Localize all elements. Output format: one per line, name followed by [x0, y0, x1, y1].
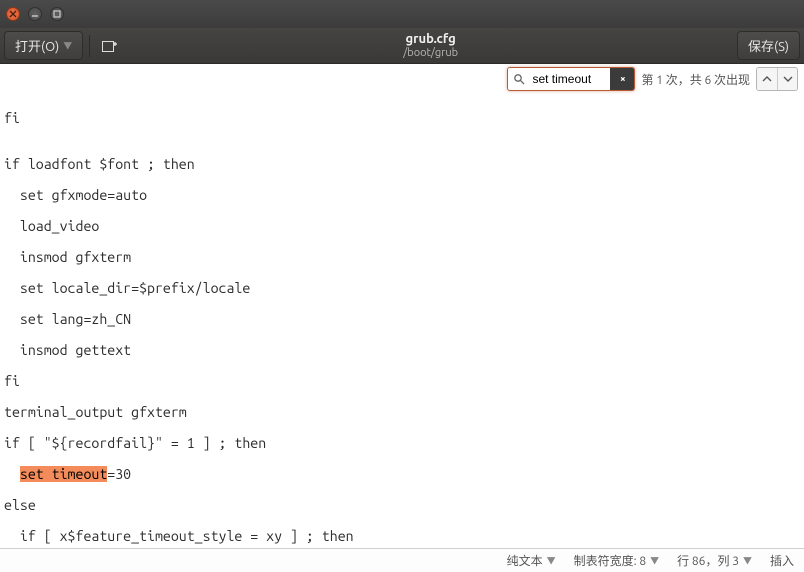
- code-line: if loadfont $font ; then: [4, 157, 800, 173]
- open-button[interactable]: 打开(O) ▼: [4, 31, 83, 60]
- code-line: set locale_dir=$prefix/locale: [4, 281, 800, 297]
- code-line: if [ "${recordfail}" = 1 ] ; then: [4, 436, 800, 452]
- code-line: load_video: [4, 219, 800, 235]
- code-line: set timeout=30: [4, 467, 800, 483]
- search-bar: 第 1 次，共 6 次出现: [0, 64, 804, 93]
- open-label: 打开(O): [15, 36, 59, 55]
- separator: [89, 35, 90, 57]
- save-button[interactable]: 保存(S): [737, 31, 800, 60]
- toolbar: 打开(O) ▼ grub.cfg /boot/grub 保存(S): [0, 28, 804, 64]
- code-line: else: [4, 498, 800, 514]
- minimize-icon[interactable]: [28, 7, 42, 21]
- cursor-position[interactable]: 行 86，列 3▼: [677, 552, 752, 569]
- insert-mode[interactable]: 插入: [770, 552, 794, 569]
- search-match-current: set timeout: [20, 466, 107, 482]
- title-path: /boot/grub: [124, 47, 737, 59]
- title-filename: grub.cfg: [124, 32, 737, 46]
- clear-search-button[interactable]: [610, 68, 634, 90]
- search-nav: [756, 67, 798, 91]
- code-line: insmod gettext: [4, 343, 800, 359]
- close-icon[interactable]: [6, 7, 20, 21]
- code-line: set lang=zh_CN: [4, 312, 800, 328]
- new-tab-button[interactable]: [96, 34, 124, 58]
- search-input[interactable]: [530, 68, 610, 90]
- code-line: fi: [4, 111, 800, 127]
- document-title: grub.cfg /boot/grub: [124, 32, 737, 58]
- syntax-selector[interactable]: 纯文本▼: [507, 552, 556, 569]
- chevron-down-icon: ▼: [743, 554, 752, 567]
- status-bar: 纯文本▼ 制表符宽度: 8▼ 行 86，列 3▼ 插入: [0, 548, 804, 572]
- search-icon: [508, 68, 530, 90]
- search-count: 第 1 次，共 6 次出现: [641, 71, 750, 88]
- chevron-down-icon: ▼: [63, 39, 72, 52]
- code-line: fi: [4, 374, 800, 390]
- code-line: set gfxmode=auto: [4, 188, 800, 204]
- window-titlebar: [0, 0, 804, 28]
- search-prev-button[interactable]: [757, 68, 777, 90]
- text-editor[interactable]: fi if loadfont $font ; then set gfxmode=…: [0, 93, 804, 565]
- code-line: terminal_output gfxterm: [4, 405, 800, 421]
- chevron-down-icon: ▼: [547, 554, 556, 567]
- tabwidth-selector[interactable]: 制表符宽度: 8▼: [574, 552, 659, 569]
- code-line: if [ x$feature_timeout_style = xy ] ; th…: [4, 529, 800, 545]
- chevron-down-icon: ▼: [650, 554, 659, 567]
- search-box: [507, 67, 635, 91]
- save-label: 保存(S): [748, 36, 789, 55]
- maximize-icon[interactable]: [50, 7, 64, 21]
- code-line: insmod gfxterm: [4, 250, 800, 266]
- search-next-button[interactable]: [777, 68, 797, 90]
